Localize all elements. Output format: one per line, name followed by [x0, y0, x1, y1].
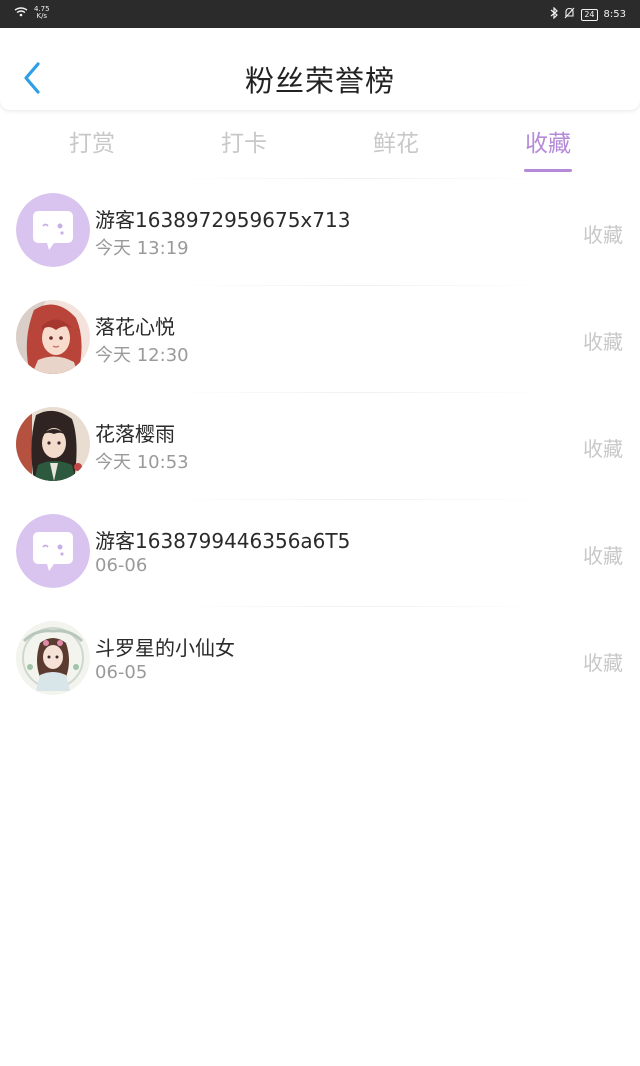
app-header: 粉丝荣誉榜: [0, 28, 640, 110]
status-time: 8:53: [603, 9, 626, 20]
list-item[interactable]: 落花心悦 今天 12:30 收藏: [0, 285, 640, 392]
fan-list: 游客1638972959675x713 今天 13:19 收藏 落花心悦 今天 …: [0, 178, 640, 713]
user-avatar-image: [16, 621, 90, 695]
network-speed: 4.75 K/s: [34, 6, 50, 20]
bluetooth-icon: [550, 6, 559, 22]
tab-favorites-label: 收藏: [525, 131, 571, 157]
fan-name: 落花心悦: [95, 315, 175, 339]
list-item[interactable]: 斗罗星的小仙女 06-05 收藏: [0, 606, 640, 713]
favorite-action-label: 收藏: [583, 330, 623, 354]
page-title: 粉丝荣誉榜: [244, 64, 395, 98]
fan-time: 今天 10:53: [95, 452, 189, 473]
row-divider: [170, 392, 550, 393]
chat-bubble-icon: [16, 514, 90, 588]
wifi-icon: [14, 6, 28, 20]
row-divider: [170, 285, 550, 286]
favorite-action-label: 收藏: [583, 223, 623, 247]
battery-indicator: 24: [581, 8, 598, 21]
fan-name: 斗罗星的小仙女: [95, 636, 235, 660]
tab-flowers[interactable]: 鲜花: [346, 124, 446, 158]
tab-favorites[interactable]: 收藏: [498, 124, 598, 172]
tab-tip[interactable]: 打赏: [42, 124, 142, 158]
avatar[interactable]: [16, 300, 90, 374]
fan-time: 今天 12:30: [95, 345, 189, 366]
fan-time: 06-05: [95, 662, 148, 683]
favorite-action-label: 收藏: [583, 544, 623, 568]
status-left: 4.75 K/s: [14, 6, 50, 20]
fan-name: 花落樱雨: [95, 422, 175, 446]
favorite-action-label: 收藏: [583, 437, 623, 461]
tab-checkin[interactable]: 打卡: [194, 124, 294, 158]
row-divider: [170, 499, 550, 500]
list-item[interactable]: 游客1638972959675x713 今天 13:19 收藏: [0, 178, 640, 285]
list-item[interactable]: 花落樱雨 今天 10:53 收藏: [0, 392, 640, 499]
fan-name: 游客1638972959675x713: [95, 208, 351, 232]
network-speed-unit: K/s: [36, 12, 48, 20]
avatar[interactable]: [16, 407, 90, 481]
avatar[interactable]: [16, 514, 90, 588]
active-tab-indicator: [524, 169, 572, 172]
avatar[interactable]: [16, 193, 90, 267]
fan-time: 今天 13:19: [95, 238, 189, 259]
user-avatar-image: [16, 300, 90, 374]
list-item[interactable]: 游客1638799446356a6T5 06-06 收藏: [0, 499, 640, 606]
status-right: 24 8:53: [550, 6, 626, 22]
row-divider: [170, 606, 550, 607]
user-avatar-image: [16, 407, 90, 481]
mute-bell-icon: [564, 7, 575, 22]
avatar[interactable]: [16, 621, 90, 695]
fan-time: 06-06: [95, 555, 148, 576]
row-divider: [170, 178, 550, 179]
fan-name: 游客1638799446356a6T5: [95, 529, 351, 553]
status-bar: 4.75 K/s 24 8:53: [0, 0, 640, 28]
favorite-action-label: 收藏: [583, 651, 623, 675]
chat-bubble-icon: [16, 193, 90, 267]
tab-bar: 打赏 打卡 鲜花 收藏: [0, 116, 640, 172]
